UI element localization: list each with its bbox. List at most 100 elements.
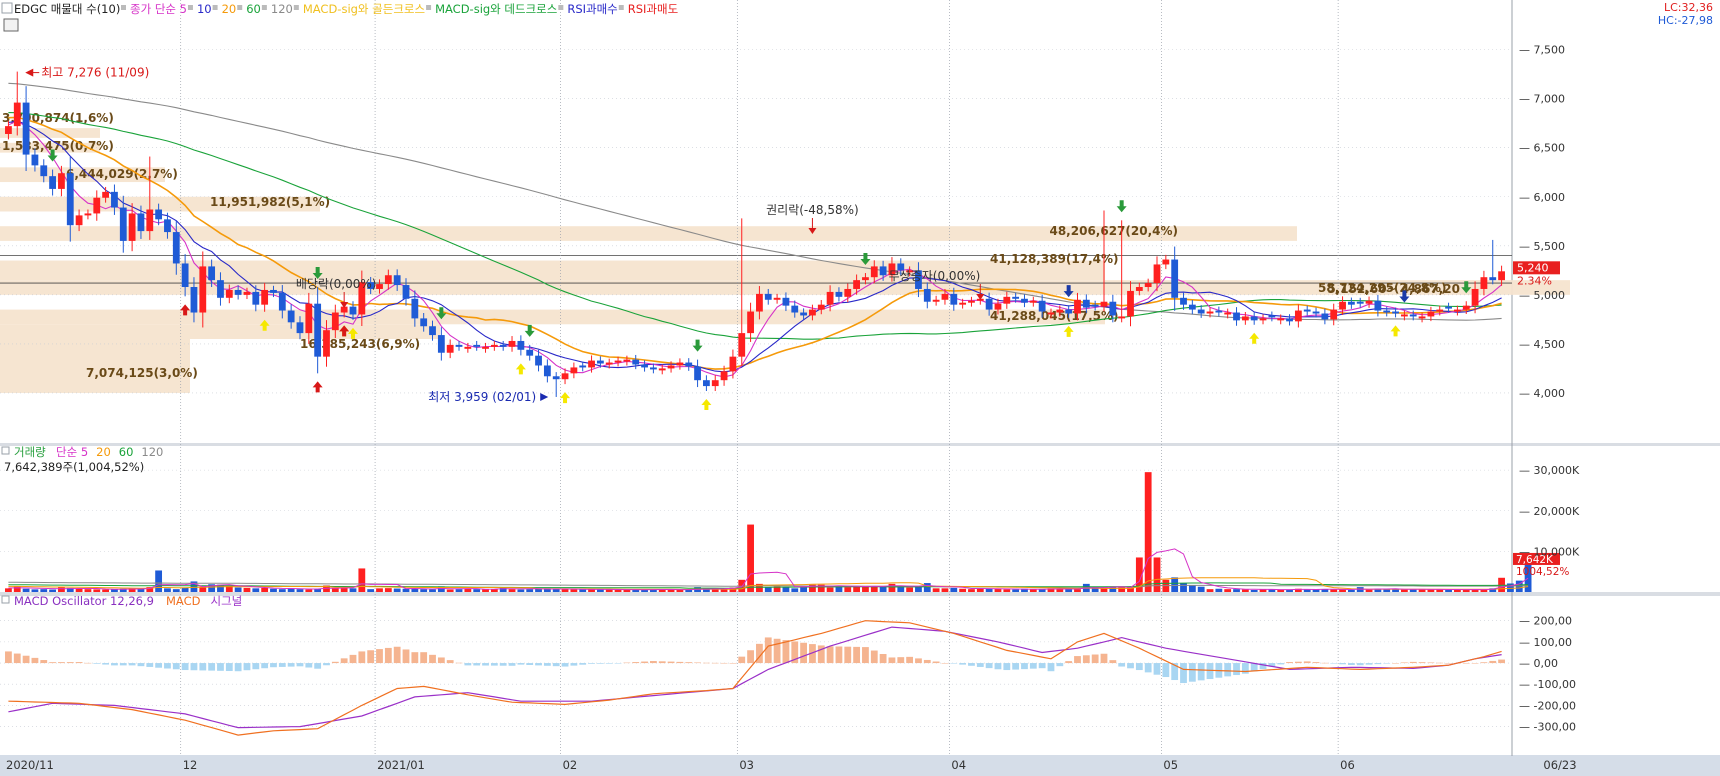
volume-legend-item: 단순 5: [56, 445, 88, 459]
macd-legend-item: 시그널: [210, 594, 242, 608]
volume-profile-band: [0, 309, 1105, 325]
candle-body: [1480, 277, 1488, 289]
volume-bar: [941, 588, 949, 592]
macd-oscillator-bar: [1294, 661, 1302, 664]
macd-oscillator-bar: [1153, 663, 1161, 675]
candle-body: [499, 344, 507, 347]
candle-body: [773, 297, 781, 300]
macd-oscillator-bar: [1498, 659, 1505, 664]
volume-bar: [1144, 472, 1152, 592]
macd-oscillator-bar: [243, 663, 251, 671]
candle-body: [579, 365, 587, 368]
candle-body: [40, 165, 48, 177]
legend-marker: [618, 5, 624, 10]
volume-profile-label: 7,074,125(3,0%): [86, 366, 198, 380]
candle-body: [844, 288, 852, 297]
candle-body: [1383, 310, 1391, 313]
volume-legend-item: 60: [119, 445, 134, 459]
volume-profile-label: 1,583,475(0,7%): [2, 139, 114, 153]
macd-oscillator-bar: [800, 642, 807, 664]
candle-body: [482, 346, 489, 349]
volume-bar: [1074, 589, 1081, 592]
volume-bar: [1065, 589, 1073, 592]
corporate-event-label: 권리락(-48,58%): [766, 203, 859, 217]
candle-body: [437, 335, 445, 353]
macd-oscillator-bar: [941, 663, 949, 664]
volume-tick-label: — 30,000K: [1519, 464, 1580, 477]
volume-panel-menu-icon[interactable]: [1, 446, 10, 455]
candle-body: [1400, 314, 1408, 317]
panel-menu-icon[interactable]: [1, 2, 13, 14]
macd-oscillator-bar: [314, 663, 322, 669]
macd-oscillator-bar: [1356, 663, 1364, 666]
price-tick-label: — 6,500: [1519, 142, 1565, 155]
macd-oscillator-bar: [1392, 663, 1399, 664]
candle-body: [968, 300, 975, 303]
volume-bar: [464, 588, 472, 592]
candle-body: [800, 312, 807, 316]
legend-item: MACD-sig와 데드크로스: [435, 2, 557, 16]
volume-bar: [579, 589, 587, 592]
candle-body: [1356, 301, 1364, 304]
volume-bar: [13, 586, 21, 592]
candle-body: [1268, 315, 1276, 318]
macd-oscillator-bar: [464, 663, 472, 666]
macd-oscillator-bar: [517, 663, 525, 665]
candle-body: [623, 359, 631, 362]
volume-bar: [1153, 557, 1161, 592]
price-tick-label: — 4,500: [1519, 338, 1565, 351]
macd-oscillator-bar: [1118, 663, 1126, 667]
volume-bar: [1277, 589, 1285, 592]
volume-bar: [31, 589, 39, 592]
volume-bar: [923, 583, 931, 592]
candle-body: [58, 173, 65, 189]
volume-bar: [879, 586, 887, 592]
candle-body: [738, 333, 746, 357]
candle-body: [862, 277, 869, 281]
candle-body: [720, 371, 728, 381]
price-tick-label: — 4,000: [1519, 387, 1565, 400]
candle-body: [508, 340, 516, 347]
x-tick-label: 2021/01: [377, 758, 425, 772]
panel-separator: [0, 592, 1720, 596]
macd-oscillator-bar: [1427, 662, 1435, 664]
volume-bar: [305, 589, 313, 592]
candle-body: [1277, 318, 1285, 321]
macd-oscillator-bar: [1365, 663, 1373, 665]
macd-oscillator-bar: [376, 649, 383, 664]
volume-bar: [791, 588, 799, 592]
macd-oscillator-bar: [738, 656, 746, 664]
candle-body: [641, 364, 648, 368]
macd-oscillator-bar: [649, 661, 657, 664]
candle-body: [411, 298, 419, 319]
macd-oscillator-bar: [703, 662, 710, 664]
candle-body: [588, 360, 595, 368]
stock-chart[interactable]: 48,206,627(20,4%)58,724,295(24,8%)16,385…: [0, 0, 1720, 776]
volume-bar: [932, 588, 940, 592]
volume-bar: [482, 589, 489, 592]
candle-body: [305, 303, 313, 334]
candle-body: [1471, 288, 1479, 306]
macd-oscillator-bar: [623, 662, 631, 664]
volume-bar: [517, 589, 525, 592]
volume-bar: [1250, 589, 1258, 592]
macd-oscillator-bar: [579, 663, 587, 665]
macd-oscillator-bar: [1312, 662, 1320, 664]
candle-body: [703, 380, 710, 387]
macd-oscillator-bar: [384, 647, 392, 664]
candle-body: [1065, 309, 1073, 314]
macd-oscillator-bar: [111, 663, 118, 666]
candle-body: [941, 293, 949, 300]
macd-oscillator-bar: [287, 663, 295, 667]
candle-body: [543, 365, 551, 377]
table-grid-icon[interactable]: [3, 18, 19, 32]
price-tick-label: — 5,500: [1519, 240, 1565, 253]
volume-bar: [102, 589, 110, 592]
macd-panel-menu-icon[interactable]: [1, 595, 10, 604]
macd-oscillator-bar: [764, 637, 772, 664]
macd-oscillator-bar: [1047, 663, 1055, 672]
macd-oscillator-bar: [959, 663, 967, 665]
macd-oscillator-bar: [1445, 663, 1452, 664]
macd-oscillator-bar: [172, 663, 180, 670]
macd-oscillator-bar: [1180, 663, 1187, 684]
